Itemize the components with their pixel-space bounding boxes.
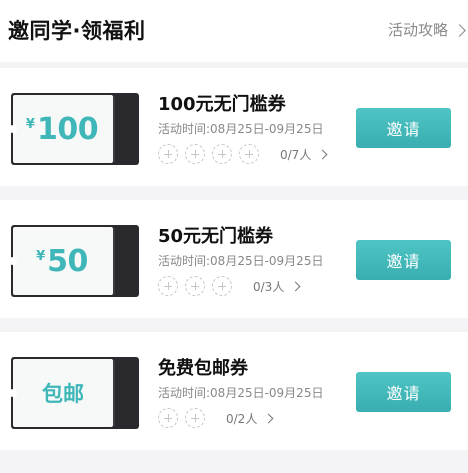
chevron-right-icon: [453, 23, 466, 37]
coupon-amount: 100: [36, 111, 99, 147]
coupon-amount: 50: [47, 243, 88, 279]
empty-slot-icon: [239, 144, 259, 164]
coupon-face-text: 包邮: [42, 382, 84, 406]
empty-slot-icon: [212, 276, 232, 296]
coupon-card: ¥ 50 POIZON 50元无门槛券 活动时间:08月25日-09月25日 0…: [0, 200, 468, 318]
activity-guide-label: 活动攻略: [387, 21, 448, 39]
activity-guide-link[interactable]: 活动攻略: [387, 19, 466, 40]
invite-progress[interactable]: 0/7人: [280, 146, 328, 163]
chevron-right-icon: [317, 149, 328, 159]
brand-logo: POIZON: [123, 366, 136, 422]
empty-slot-icon: [158, 144, 178, 164]
invite-button[interactable]: 邀请: [356, 108, 451, 148]
coupon-ticket-image: ¥ 100 POIZON: [10, 92, 140, 166]
coupon-period: 活动时间:08月25日-09月25日: [158, 122, 324, 136]
page-title: 邀同学·领福利: [8, 19, 146, 43]
empty-slot-icon: [212, 144, 232, 164]
empty-slot-icon: [185, 144, 205, 164]
brand-logo: POIZON: [123, 234, 136, 290]
coupon-face: 包邮: [12, 358, 112, 428]
coupon-ticket-image: ¥ 50 POIZON: [10, 224, 140, 298]
chevron-right-icon: [263, 413, 274, 423]
invite-progress-text: 0/3人: [253, 279, 285, 294]
invite-slots: 0/7人: [158, 144, 328, 164]
brand-logo: POIZON: [123, 102, 136, 158]
chevron-right-icon: [290, 281, 301, 291]
empty-slot-icon: [185, 276, 205, 296]
coupon-face: ¥ 100: [12, 94, 112, 164]
invite-progress[interactable]: 0/2人: [226, 410, 274, 427]
invite-slots: 0/2人: [158, 408, 274, 428]
invite-button[interactable]: 邀请: [356, 240, 451, 280]
coupon-face: ¥ 50: [12, 226, 112, 296]
coupon-ticket-image: 包邮 POIZON: [10, 356, 140, 430]
coupon-period: 活动时间:08月25日-09月25日: [158, 386, 324, 400]
coupon-name: 100元无门槛券: [158, 94, 286, 115]
coupon-card: 包邮 POIZON 免费包邮券 活动时间:08月25日-09月25日 0/2人 …: [0, 332, 468, 450]
coupon-name: 50元无门槛券: [158, 226, 274, 247]
currency-symbol: ¥: [36, 248, 46, 264]
invite-progress-text: 0/2人: [226, 411, 258, 426]
invite-progress[interactable]: 0/3人: [253, 278, 301, 295]
empty-slot-icon: [158, 276, 178, 296]
invite-button[interactable]: 邀请: [356, 372, 451, 412]
currency-symbol: ¥: [25, 116, 35, 132]
coupon-name: 免费包邮券: [158, 358, 248, 379]
invite-progress-text: 0/7人: [280, 147, 312, 162]
coupon-card: ¥ 100 POIZON 100元无门槛券 活动时间:08月25日-09月25日…: [0, 68, 468, 186]
coupon-period: 活动时间:08月25日-09月25日: [158, 254, 324, 268]
page-header: 邀同学·领福利 活动攻略: [0, 0, 468, 62]
empty-slot-icon: [185, 408, 205, 428]
empty-slot-icon: [158, 408, 178, 428]
invite-slots: 0/3人: [158, 276, 301, 296]
